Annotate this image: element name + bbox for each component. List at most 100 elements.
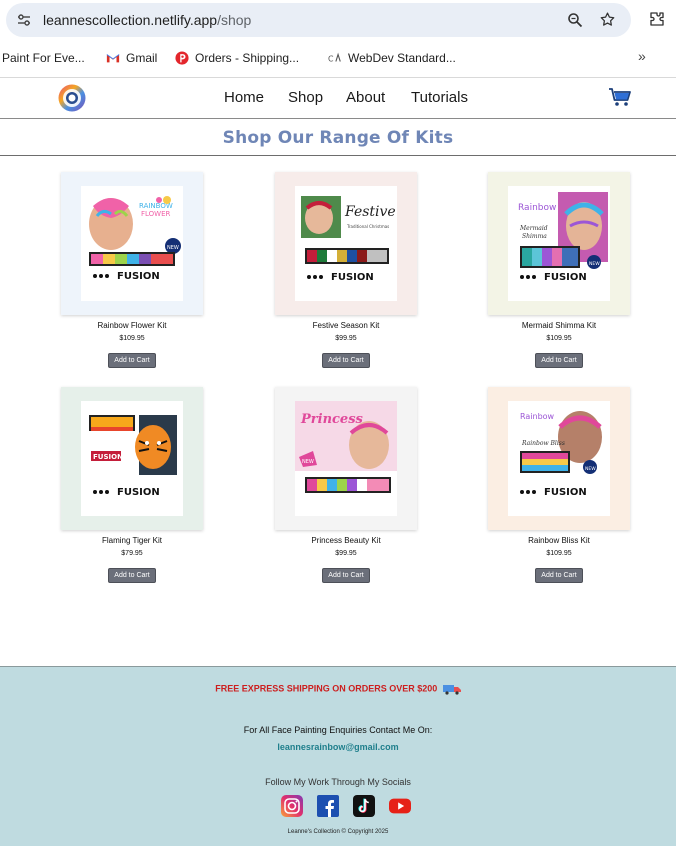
enquiry-text: For All Face Painting Enquiries Contact … bbox=[243, 725, 433, 735]
bookmark-item[interactable]: Paint For Eve... bbox=[2, 50, 85, 66]
product-name: Princess Beauty Kit bbox=[311, 536, 381, 545]
page-title-bar: Shop Our Range Of Kits bbox=[0, 120, 676, 156]
copyright-text: Leanne's Collection © Copyright 2025 bbox=[287, 829, 389, 835]
bookmark-item[interactable]: Gmail bbox=[106, 50, 157, 66]
product-card: Princess NEW Princess Beauty Kit $99.95 … bbox=[275, 387, 417, 583]
product-price: $79.95 bbox=[121, 550, 143, 557]
product-name: Mermaid Shimma Kit bbox=[521, 321, 597, 330]
instagram-icon[interactable] bbox=[281, 795, 303, 817]
facebook-icon[interactable] bbox=[317, 795, 339, 817]
bookmark-label: WebDev Standard... bbox=[348, 51, 456, 65]
product-price: $99.95 bbox=[335, 335, 357, 342]
svg-text:Rainbow Bliss: Rainbow Bliss bbox=[521, 440, 565, 447]
browser-toolbar: leannescollection.netlify.app/shop bbox=[0, 0, 676, 40]
address-bar[interactable]: leannescollection.netlify.app/shop bbox=[6, 3, 631, 37]
svg-text:NEW: NEW bbox=[585, 466, 596, 472]
cart-icon[interactable] bbox=[608, 87, 632, 107]
svg-text:NEW: NEW bbox=[302, 459, 314, 465]
svg-text:FUSION: FUSION bbox=[331, 272, 374, 283]
product-price: $109.95 bbox=[546, 335, 572, 342]
url-text[interactable]: leannescollection.netlify.app/shop bbox=[43, 12, 251, 28]
product-image[interactable]: Princess NEW bbox=[295, 401, 397, 516]
bookmark-label: Paint For Eve... bbox=[2, 51, 85, 65]
svg-text:FUSION: FUSION bbox=[93, 453, 123, 461]
svg-text:FUSION: FUSION bbox=[544, 487, 587, 498]
svg-text:NEW: NEW bbox=[167, 245, 179, 251]
svg-text:Shimma: Shimma bbox=[522, 233, 547, 240]
svg-text:NEW: NEW bbox=[589, 261, 600, 267]
add-to-cart-button[interactable]: Add to Cart bbox=[535, 353, 583, 368]
product-price: $109.95 bbox=[119, 335, 145, 342]
add-to-cart-button[interactable]: Add to Cart bbox=[108, 568, 156, 583]
svg-text:Rainbow: Rainbow bbox=[518, 203, 556, 213]
follow-text: Follow My Work Through My Socials bbox=[265, 777, 411, 787]
product-image[interactable]: Festive Traditional Christmas FUSION bbox=[295, 186, 397, 301]
product-frame[interactable]: Rainbow Mermaid Shimma NEW FUSION bbox=[488, 172, 630, 315]
svg-text:C: C bbox=[328, 55, 334, 64]
svg-text:Festive: Festive bbox=[344, 204, 396, 220]
svg-text:FLOWER: FLOWER bbox=[141, 210, 171, 218]
bookmark-item[interactable]: Orders - Shipping... bbox=[175, 50, 299, 66]
product-price: $99.95 bbox=[335, 550, 357, 557]
svg-text:FUSION: FUSION bbox=[117, 271, 160, 282]
product-name: Rainbow Bliss Kit bbox=[528, 536, 590, 545]
email-link[interactable]: leannesrainbow@gmail.com bbox=[0, 742, 676, 752]
add-to-cart-button[interactable]: Add to Cart bbox=[322, 353, 370, 368]
site-footer: FREE EXPRESS SHIPPING ON ORDERS OVER $20… bbox=[0, 666, 676, 846]
add-to-cart-button[interactable]: Add to Cart bbox=[108, 353, 156, 368]
product-card: Rainbow Mermaid Shimma NEW FUSION Mermai… bbox=[488, 172, 630, 368]
product-card: FUSION FUSION Flaming Tiger Kit $79.95 A… bbox=[61, 387, 203, 583]
product-name: Flaming Tiger Kit bbox=[101, 536, 163, 545]
product-frame[interactable]: Princess NEW bbox=[275, 387, 417, 530]
gmail-icon bbox=[106, 54, 120, 63]
product-image[interactable]: Rainbow Rainbow Bliss NEW FUSION bbox=[508, 401, 610, 516]
nav-home[interactable]: Home bbox=[224, 89, 264, 106]
product-price: $109.95 bbox=[546, 550, 572, 557]
product-image[interactable]: FUSION FUSION bbox=[81, 401, 183, 516]
svg-text:Traditional Christmas: Traditional Christmas bbox=[346, 224, 389, 229]
truck-icon bbox=[442, 685, 461, 695]
svg-text:FUSION: FUSION bbox=[544, 272, 587, 283]
svg-text:Rainbow: Rainbow bbox=[520, 412, 555, 421]
bookmark-label: Orders - Shipping... bbox=[195, 51, 300, 65]
nav-tutorials[interactable]: Tutorials bbox=[411, 89, 468, 106]
nav-shop[interactable]: Shop bbox=[288, 89, 323, 106]
nav-about[interactable]: About bbox=[346, 89, 385, 106]
bookmark-item[interactable]: C WebDev Standard... bbox=[328, 50, 456, 66]
product-image[interactable]: Rainbow Mermaid Shimma NEW FUSION bbox=[508, 186, 610, 301]
more-bookmarks-chevron-icon[interactable]: » bbox=[638, 48, 646, 64]
product-card: Rainbow Rainbow Bliss NEW FUSION Rainbow… bbox=[488, 387, 630, 583]
zoom-icon[interactable] bbox=[567, 12, 583, 28]
product-image[interactable]: RAINBOW FLOWER NEW FUSION bbox=[81, 186, 183, 301]
svg-text:Princess: Princess bbox=[300, 412, 364, 427]
product-frame[interactable]: FUSION FUSION bbox=[61, 387, 203, 530]
logo-icon[interactable] bbox=[58, 84, 86, 112]
bookmark-star-icon[interactable] bbox=[599, 11, 616, 28]
product-name: Festive Season Kit bbox=[312, 321, 380, 330]
orders-icon bbox=[175, 51, 189, 65]
url-path: /shop bbox=[217, 12, 252, 28]
webdev-icon: C bbox=[328, 52, 341, 64]
product-frame[interactable]: RAINBOW FLOWER NEW FUSION bbox=[61, 172, 203, 315]
page-title: Shop Our Range Of Kits bbox=[222, 128, 454, 148]
youtube-icon[interactable] bbox=[389, 795, 411, 817]
product-frame[interactable]: Rainbow Rainbow Bliss NEW FUSION bbox=[488, 387, 630, 530]
product-card: Festive Traditional Christmas FUSION Fes… bbox=[275, 172, 417, 368]
tiktok-icon[interactable] bbox=[353, 795, 375, 817]
bookmark-label: Gmail bbox=[126, 51, 158, 65]
bookmarks-bar: Paint For Eve... Gmail Orders - Shipping… bbox=[0, 42, 676, 72]
add-to-cart-button[interactable]: Add to Cart bbox=[535, 568, 583, 583]
product-frame[interactable]: Festive Traditional Christmas FUSION bbox=[275, 172, 417, 315]
add-to-cart-button[interactable]: Add to Cart bbox=[322, 568, 370, 583]
extensions-icon[interactable] bbox=[648, 10, 666, 28]
site-settings-icon[interactable] bbox=[16, 12, 32, 28]
shipping-text: FREE EXPRESS SHIPPING ON ORDERS OVER $20… bbox=[215, 683, 438, 694]
site-header: Home Shop About Tutorials bbox=[0, 78, 676, 119]
url-host: leannescollection.netlify.app bbox=[43, 12, 218, 28]
product-name: Rainbow Flower Kit bbox=[97, 321, 167, 330]
shipping-banner: FREE EXPRESS SHIPPING ON ORDERS OVER $20… bbox=[0, 683, 676, 695]
social-links bbox=[281, 795, 413, 817]
svg-text:FUSION: FUSION bbox=[117, 487, 160, 498]
product-card: RAINBOW FLOWER NEW FUSION Rainbow Flower… bbox=[61, 172, 203, 368]
svg-text:Mermaid: Mermaid bbox=[519, 225, 548, 232]
